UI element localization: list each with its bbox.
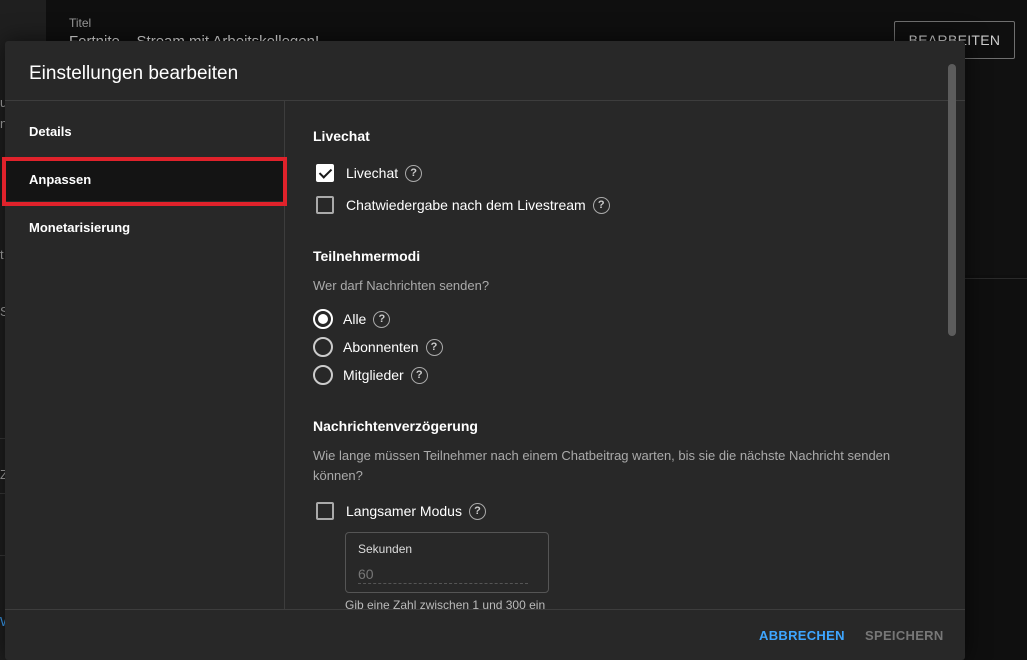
nav-item-anpassen[interactable]: Anpassen [5, 157, 285, 201]
help-icon[interactable]: ? [592, 196, 610, 214]
radio-button-mitglieder[interactable] [313, 365, 333, 385]
radio-label-abonnenten: Abonnenten [343, 339, 419, 355]
radio-button-alle[interactable] [313, 309, 333, 329]
radio-button-abonnenten[interactable] [313, 337, 333, 357]
radio-option-alle[interactable]: Alle ? [313, 308, 391, 330]
dialog-footer: ABBRECHEN SPEICHERN [5, 609, 965, 660]
seconds-input[interactable] [358, 564, 528, 584]
background-divider [965, 278, 1027, 279]
help-icon[interactable]: ? [410, 366, 428, 384]
help-icon[interactable]: ? [373, 310, 391, 328]
slow-mode-checkbox-row[interactable]: Langsamer Modus ? [316, 500, 486, 522]
nav-item-details[interactable]: Details [5, 109, 285, 153]
section-title-message-delay: Nachrichtenverzögerung [313, 418, 478, 434]
settings-dialog: Einstellungen bearbeiten Details Anpasse… [2, 41, 965, 660]
dialog-title: Einstellungen bearbeiten [29, 63, 239, 84]
dialog-sidebar: Details Anpassen Monetarisierung [2, 101, 287, 609]
save-button[interactable]: SPEICHERN [865, 610, 944, 660]
livechat-label: Livechat [346, 165, 399, 181]
radio-label-mitglieder: Mitglieder [343, 367, 404, 383]
radio-label-alle: Alle [343, 311, 367, 327]
seconds-help-text: Gib eine Zahl zwischen 1 und 300 ein [345, 598, 546, 609]
message-delay-question: Wie lange müssen Teilnehmer nach einem C… [313, 448, 891, 483]
background-panel [965, 60, 1027, 275]
radio-option-mitglieder[interactable]: Mitglieder ? [313, 364, 428, 386]
nav-item-monetarisierung[interactable]: Monetarisierung [5, 205, 285, 249]
cancel-button[interactable]: ABBRECHEN [759, 610, 845, 660]
slow-mode-checkbox[interactable] [316, 502, 334, 520]
seconds-field: Sekunden [345, 532, 549, 593]
help-icon[interactable]: ? [425, 338, 443, 356]
background-text-fragment: t [0, 247, 4, 262]
participant-modes-question: Wer darf Nachrichten senden? [313, 278, 490, 293]
content-scrollbar[interactable] [948, 64, 956, 336]
slow-mode-label: Langsamer Modus [346, 503, 462, 519]
livechat-checkbox-row[interactable]: Livechat ? [316, 162, 423, 184]
section-title-livechat: Livechat [313, 128, 370, 144]
dialog-content: Livechat Livechat ? Chatwiedergabe nach … [286, 101, 965, 609]
dialog-header: Einstellungen bearbeiten [5, 41, 965, 101]
help-icon[interactable]: ? [468, 502, 486, 520]
seconds-field-label: Sekunden [358, 542, 413, 556]
chat-replay-checkbox-row[interactable]: Chatwiedergabe nach dem Livestream ? [316, 194, 610, 216]
background-title-label: Titel [69, 16, 92, 30]
livechat-checkbox[interactable] [316, 164, 334, 182]
radio-option-abonnenten[interactable]: Abonnenten ? [313, 336, 443, 358]
chat-replay-checkbox[interactable] [316, 196, 334, 214]
help-icon[interactable]: ? [405, 164, 423, 182]
section-title-participant-modes: Teilnehmermodi [313, 248, 421, 264]
chat-replay-label: Chatwiedergabe nach dem Livestream [346, 197, 586, 213]
